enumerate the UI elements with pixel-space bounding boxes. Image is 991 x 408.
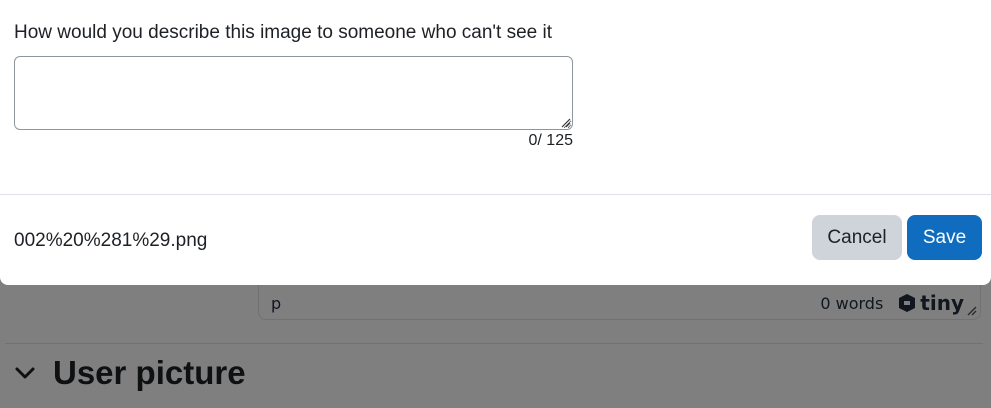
modal-footer-divider — [0, 194, 991, 195]
character-counter: 0/ 125 — [529, 132, 574, 150]
image-filename: 002%20%281%29.png — [14, 230, 208, 251]
image-alt-text-modal: How would you describe this image to som… — [0, 0, 991, 285]
character-limit: / 125 — [537, 132, 573, 149]
save-button[interactable]: Save — [907, 215, 982, 260]
cancel-button[interactable]: Cancel — [812, 215, 902, 260]
alt-text-textarea[interactable] — [14, 56, 573, 130]
alt-text-prompt: How would you describe this image to som… — [14, 22, 553, 43]
